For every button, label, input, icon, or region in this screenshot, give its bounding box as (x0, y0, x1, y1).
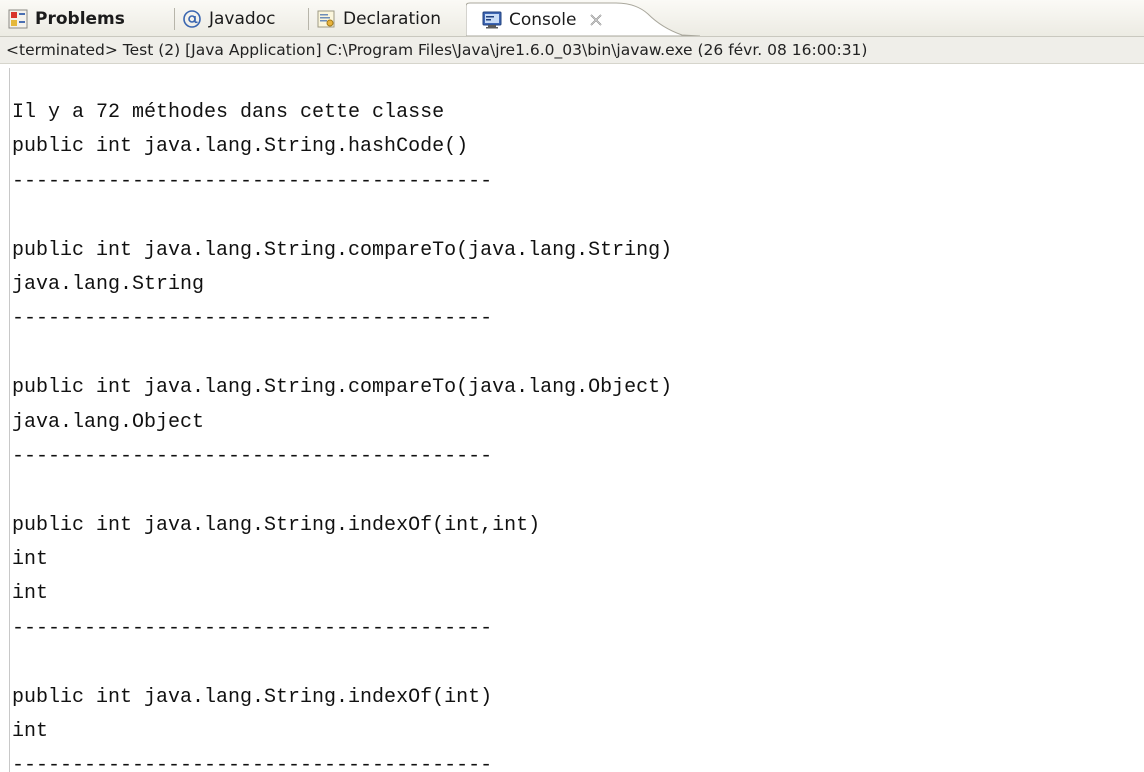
console-line: public int java.lang.String.compareTo(ja… (12, 238, 673, 262)
close-icon[interactable] (589, 13, 603, 27)
tab-console-label: Console (509, 10, 577, 30)
console-line: Il y a 72 méthodes dans cette classe (12, 101, 445, 124)
declaration-icon (317, 10, 335, 27)
tab-problems[interactable]: Problems (8, 4, 125, 33)
problems-icon (8, 9, 28, 28)
console-line: public int java.lang.String.indexOf(int,… (12, 513, 541, 537)
tab-declaration-label: Declaration (343, 8, 442, 29)
console-line: ---------------------------------------- (12, 307, 493, 331)
console-line: ---------------------------------------- (12, 444, 493, 468)
console-icon (482, 11, 502, 29)
tab-separator (174, 8, 175, 30)
view-tab-bar: Problems Javadoc Declaration Console (0, 0, 1144, 36)
console-line: java.lang.String (12, 272, 205, 296)
tab-console[interactable]: Console (474, 3, 603, 37)
console-line: ---------------------------------------- (12, 616, 493, 640)
at-sign-icon (183, 9, 201, 28)
console-line: int (12, 548, 49, 572)
console-line: public int java.lang.String.compareTo(ja… (12, 376, 673, 400)
console-line: int (12, 582, 49, 606)
process-status-line: <terminated> Test (2) [Java Application]… (0, 36, 1144, 64)
console-line: java.lang.Object (12, 410, 205, 434)
console-output-area[interactable]: Il y a 72 méthodes dans cette classe pub… (0, 64, 1144, 772)
console-line: public int java.lang.String.hashCode() (12, 135, 469, 159)
console-view: Problems Javadoc Declaration Console <te… (0, 0, 1144, 772)
tab-javadoc-label: Javadoc (209, 8, 276, 29)
console-line: int (12, 720, 49, 744)
tab-javadoc[interactable]: Javadoc (182, 4, 275, 33)
console-line: public int java.lang.String.indexOf(int) (12, 685, 493, 709)
tab-problems-label: Problems (35, 8, 125, 29)
console-line: ---------------------------------------- (12, 169, 493, 193)
tab-declaration[interactable]: Declaration (316, 4, 441, 33)
console-left-border (9, 68, 10, 772)
console-output-lines: Il y a 72 méthodes dans cette classe pub… (12, 96, 672, 772)
tab-separator (308, 8, 309, 30)
console-line: ---------------------------------------- (12, 754, 493, 772)
